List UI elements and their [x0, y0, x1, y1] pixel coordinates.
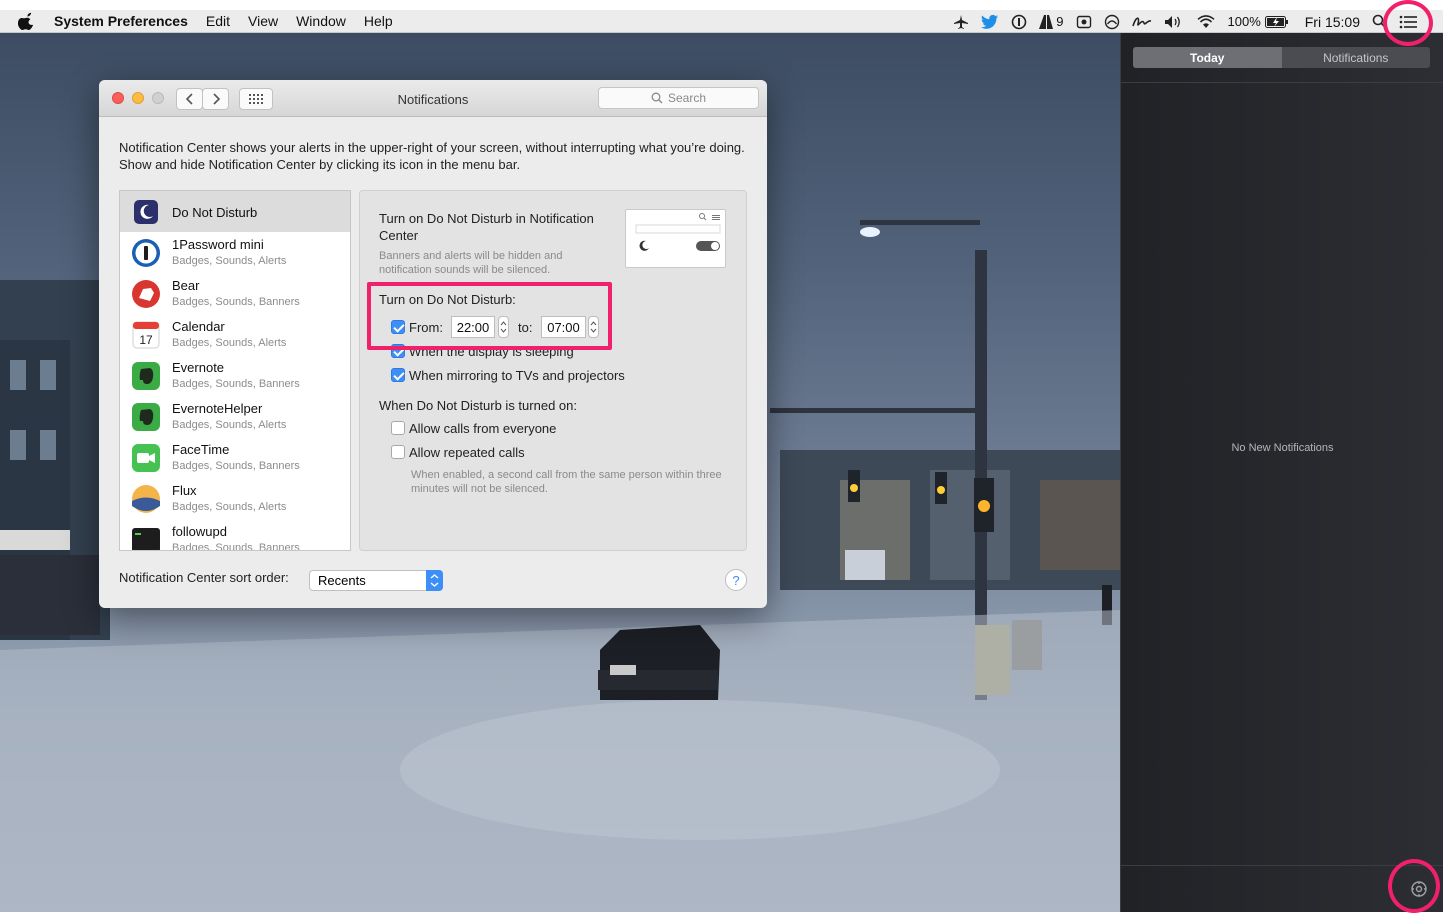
list-item-do-not-disturb[interactable]: Do Not Disturb: [120, 191, 350, 232]
repeated-calls-label: Allow repeated calls: [409, 445, 525, 460]
list-item-1password[interactable]: 1Password mini Badges, Sounds, Alerts: [120, 232, 350, 273]
clock[interactable]: Fri 15:09: [1305, 14, 1360, 30]
allow-calls-checkbox[interactable]: [391, 421, 405, 435]
app-name: Do Not Disturb: [172, 205, 258, 220]
apple-menu-icon[interactable]: [18, 12, 36, 30]
search-placeholder: Search: [667, 91, 707, 105]
app-name: followupd: [172, 524, 227, 539]
screen-record-icon[interactable]: [1076, 14, 1092, 30]
search-icon: [651, 92, 663, 104]
app-name: Evernote: [172, 360, 225, 375]
sort-order-select[interactable]: Recents: [309, 570, 443, 591]
signature-icon[interactable]: [1131, 14, 1152, 30]
nc-toggle-heading: Turn on Do Not Disturb in Notification C…: [379, 211, 594, 243]
flux-icon: [131, 484, 161, 514]
window-titlebar: Notifications Search: [99, 80, 767, 117]
app-name: Calendar: [172, 319, 225, 334]
list-item-calendar[interactable]: 17 Calendar Badges, Sounds, Alerts: [120, 314, 350, 355]
battery-status[interactable]: 100%: [1228, 14, 1289, 29]
app-alert-style: Badges, Sounds, Banners: [172, 378, 300, 390]
twitter-icon[interactable]: [981, 14, 999, 30]
app-alert-style: Badges, Sounds, Alerts: [172, 501, 287, 513]
battery-icon: [1264, 15, 1288, 28]
app-list[interactable]: Do Not Disturb 1Password mini Badges, So…: [119, 190, 351, 551]
schedule-highlight-box: [367, 282, 612, 350]
app-menu[interactable]: System Preferences: [54, 13, 188, 29]
mirroring-checkbox[interactable]: [391, 368, 405, 382]
app-alert-style: Badges, Sounds, Alerts: [172, 337, 287, 349]
notification-center-icon-highlight: [1383, 0, 1433, 46]
repeated-calls-note: When enabled, a second call from the sam…: [411, 469, 722, 495]
app-name: 1Password mini: [172, 237, 264, 252]
evernote-helper-icon: [131, 402, 161, 432]
app-alert-style: Badges, Sounds, Alerts: [172, 419, 287, 431]
list-item-followupd[interactable]: followupd Badges, Sounds, Banners: [120, 519, 350, 551]
adobe-badge-count: 9: [1056, 14, 1064, 29]
terminal-icon: [131, 525, 161, 550]
list-item-evernote[interactable]: Evernote Badges, Sounds, Banners: [120, 355, 350, 396]
svg-text:17: 17: [139, 333, 153, 347]
bear-icon: [131, 279, 161, 309]
help-button[interactable]: ?: [725, 569, 747, 591]
settings-gear-highlight: [1388, 859, 1440, 913]
description-text: Notification Center shows your alerts in…: [119, 140, 745, 172]
when-on-heading: When Do Not Disturb is turned on:: [379, 398, 577, 413]
notification-center-tabs: Today Notifications: [1133, 47, 1430, 68]
tab-today[interactable]: Today: [1133, 47, 1282, 68]
list-item-evernote-helper[interactable]: EvernoteHelper Badges, Sounds, Alerts: [120, 396, 350, 437]
notifications-preferences-window: Notifications Search Notification Center…: [99, 80, 767, 608]
list-item-flux[interactable]: Flux Badges, Sounds, Alerts: [120, 478, 350, 519]
battery-percent: 100%: [1227, 14, 1261, 29]
notification-center-panel: Today Notifications No New Notifications: [1120, 33, 1443, 912]
app-alert-style: Badges, Sounds, Banners: [172, 460, 300, 472]
menu-window[interactable]: Window: [296, 13, 346, 29]
divider: [1121, 82, 1443, 83]
app-name: FaceTime: [172, 442, 230, 457]
app-alert-style: Badges, Sounds, Banners: [172, 296, 300, 308]
no-entry-icon[interactable]: [1104, 14, 1120, 30]
nc-toggle-description: Banners and alerts will be hidden and no…: [379, 250, 563, 276]
status-menus: 9 100% Fri 15:09: [953, 10, 1443, 33]
allow-calls-label: Allow calls from everyone: [409, 421, 557, 436]
menu-bar: System Preferences Edit View Window Help…: [0, 10, 1443, 33]
app-name: EvernoteHelper: [172, 401, 263, 416]
menu-edit[interactable]: Edit: [206, 13, 230, 29]
menu-help[interactable]: Help: [364, 13, 393, 29]
empty-notifications-text: No New Notifications: [1231, 442, 1334, 454]
tab-notifications[interactable]: Notifications: [1282, 47, 1431, 68]
repeated-calls-checkbox[interactable]: [391, 445, 405, 459]
calendar-icon: 17: [131, 320, 161, 350]
sort-order-label: Notification Center sort order:: [119, 570, 289, 585]
nc-preview-illustration: [625, 209, 726, 268]
volume-icon[interactable]: [1164, 14, 1184, 30]
mirroring-label: When mirroring to TVs and projectors: [409, 368, 625, 383]
app-alert-style: Badges, Sounds, Banners: [172, 542, 300, 551]
evernote-icon: [131, 361, 161, 391]
app-alert-style: Badges, Sounds, Alerts: [172, 255, 287, 267]
facetime-icon: [131, 443, 161, 473]
select-arrows-icon: [426, 570, 443, 591]
1password-icon: [131, 238, 161, 268]
sort-order-value: Recents: [318, 573, 366, 588]
1password-status-icon[interactable]: [1011, 14, 1027, 30]
list-item-facetime[interactable]: FaceTime Badges, Sounds, Banners: [120, 437, 350, 478]
app-name: Bear: [172, 278, 200, 293]
app-name: Flux: [172, 483, 197, 498]
airplane-icon[interactable]: [953, 14, 969, 30]
search-field[interactable]: Search: [598, 87, 759, 109]
wifi-icon[interactable]: [1196, 14, 1216, 30]
adobe-icon[interactable]: 9: [1039, 14, 1064, 29]
menu-view[interactable]: View: [248, 13, 278, 29]
list-item-bear[interactable]: Bear Badges, Sounds, Banners: [120, 273, 350, 314]
do-not-disturb-settings: Turn on Do Not Disturb in Notification C…: [359, 190, 747, 551]
moon-icon: [134, 200, 158, 224]
